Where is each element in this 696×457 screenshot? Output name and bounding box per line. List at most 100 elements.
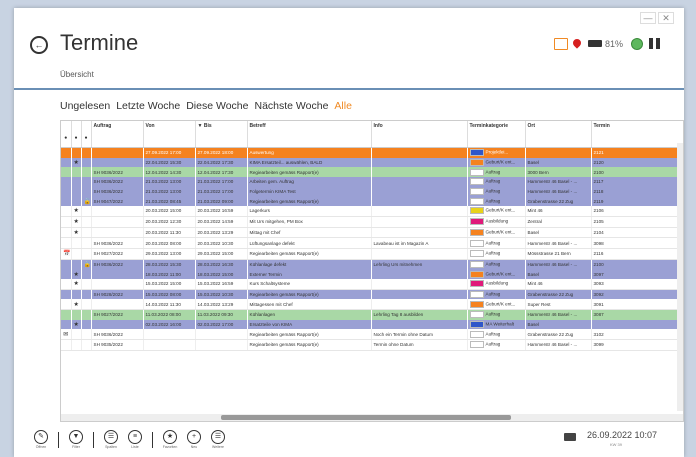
column-header[interactable]: ● <box>71 121 82 148</box>
category-swatch <box>469 341 484 349</box>
list2-button[interactable]: ≡ Liste <box>126 430 144 449</box>
table-cell: 20.03.2022 13:29 <box>195 227 248 239</box>
filter-diese-woche[interactable]: Diese Woche <box>186 100 248 112</box>
table-row[interactable]: SH 9027/2022 11.03.2022 08:00 11.03.2022 0… <box>61 309 683 320</box>
table-row[interactable]: 27.09.2022 17:00 27.09.2022 18:00 Auswertu… <box>61 147 683 158</box>
table-cell: Grabenstrasse 22 Zug <box>525 289 592 300</box>
table-row[interactable]: SH 9036/2022 21.03.2022 13:00 21.03.2022 1… <box>61 177 683 187</box>
menu-button[interactable]: ☰ Weitere <box>209 430 227 449</box>
table-cell <box>61 186 72 197</box>
column-header[interactable]: Terminkategorie <box>467 121 526 148</box>
table-cell: Auftrag <box>467 289 526 300</box>
star-button[interactable]: ★ Favoriten <box>161 430 179 449</box>
table-cell: Mittagessen mit Chef <box>247 299 372 311</box>
table-cell: Basel <box>525 227 592 239</box>
apps-icon[interactable] <box>649 38 660 49</box>
horizontal-scrollbar[interactable] <box>61 414 683 421</box>
table-row[interactable]: ★ 15.03.2022 15:00 15.03.2022 16:59 Kurs Sc… <box>61 278 683 290</box>
filter-nächste-woche[interactable]: Nächste Woche <box>254 100 328 112</box>
category-swatch <box>469 159 484 167</box>
table-cell <box>143 339 196 351</box>
column-header[interactable]: ● <box>81 121 92 148</box>
table-row[interactable]: ★ 20.03.2022 12:30 20.03.2022 14:59 Mit Urs… <box>61 216 683 228</box>
edit-button[interactable]: ✎ Öffnen <box>32 430 50 449</box>
column-header[interactable]: Von <box>143 121 196 148</box>
category-swatch <box>469 330 484 338</box>
filter-letzte-woche[interactable]: Letzte Woche <box>116 100 180 112</box>
keyboard-icon[interactable] <box>564 433 576 441</box>
table-row[interactable]: 📅 SH 9027/2022 29.03.2022 13:00 29.03.2022 … <box>61 248 683 260</box>
table-cell: Kurs Schaltsysteme <box>247 278 372 290</box>
table-cell: SH 9027/2022 <box>91 248 144 260</box>
list-button[interactable]: ☰ Spalten <box>102 430 120 449</box>
table-cell <box>525 147 592 158</box>
filter-alle[interactable]: Alle <box>334 100 352 112</box>
table-cell: Lehrling Tag 8 ausbilden <box>371 309 468 320</box>
wifi-icon[interactable] <box>631 38 643 50</box>
table-cell: SH 9028/2022 <box>91 289 144 300</box>
table-cell: 2104 <box>591 227 683 239</box>
table-cell: 2119 <box>591 196 683 207</box>
table-row[interactable]: ★ 22.04.2022 15:30 22.04.2022 17:30 KIMA Er… <box>61 157 683 168</box>
column-header[interactable]: Termin <box>591 121 683 148</box>
table-row[interactable]: 🔒 SH 9047/2022 21.03.2022 08:45 21.03.2022 … <box>61 196 683 207</box>
table-cell: 14.03.2022 11:30 <box>143 299 196 311</box>
table-cell: Auftrag <box>467 259 526 270</box>
column-header[interactable]: ▼ Bis <box>195 121 248 148</box>
column-header[interactable]: ● <box>61 121 72 148</box>
location-pin-icon[interactable] <box>571 37 583 49</box>
table-row[interactable]: ★ 02.03.2022 16:00 02.03.2022 17:00 Ersatzt… <box>61 319 683 330</box>
category-swatch <box>469 321 484 329</box>
table-row[interactable]: SH 9036/2022 12.04.2022 14:30 12.04.2022 1… <box>61 167 683 178</box>
table-row[interactable]: ★ 14.03.2022 11:30 14.03.2022 13:29 Mittage… <box>61 299 683 311</box>
table-row[interactable]: ✉ SH 9036/2022 Regiearbeiten gemäss Rappor… <box>61 329 683 341</box>
table-row[interactable]: ★ 20.03.2022 11:30 20.03.2022 13:29 Mittag … <box>61 227 683 239</box>
scrollbar-thumb[interactable] <box>221 415 511 420</box>
close-button[interactable]: ✕ <box>658 12 674 24</box>
table-cell <box>81 339 92 351</box>
table-cell: Ausbildung <box>467 216 526 228</box>
table-row[interactable]: SH 9036/2022 21.03.2022 13:00 21.03.2022 1… <box>61 186 683 197</box>
back-icon[interactable]: ← <box>30 36 48 54</box>
table-cell: Lehrling Urs mitnehmen <box>371 259 468 270</box>
toolbar-label: Filter <box>72 445 80 449</box>
table-cell <box>71 289 82 300</box>
table-cell: 12.04.2022 17:30 <box>195 167 248 178</box>
table-row[interactable]: ★ 18.03.2022 11:00 18.03.2022 15:00 Externe… <box>61 269 683 279</box>
table-row[interactable]: SH 9035/2022 Regiearbeiten gemäss Rapport… <box>61 339 683 351</box>
table-cell <box>61 299 72 311</box>
table-row[interactable]: ★ 20.03.2022 15:00 20.03.2022 16:59 Lagerku… <box>61 206 683 217</box>
toolbar-label: Spalten <box>105 445 117 449</box>
table-cell <box>91 299 144 311</box>
table-cell: Regiearbeiten gemäss Rapport(e) <box>247 289 372 300</box>
add-button[interactable]: + Neu <box>185 430 203 449</box>
column-header[interactable]: Ort <box>525 121 592 148</box>
table-cell <box>91 216 144 228</box>
table-cell: 3087 <box>591 309 683 320</box>
category-swatch <box>469 290 484 298</box>
filter-button[interactable]: ▼ Filter <box>67 430 85 449</box>
mail-icon[interactable] <box>554 38 568 50</box>
table-cell <box>371 196 468 207</box>
table-cell: 21.03.2022 17:00 <box>195 177 248 187</box>
table-cell: Geburt/K ent... <box>467 227 526 239</box>
table-cell: Mittag mit Chef <box>247 227 372 239</box>
table-cell: Mint 46 <box>525 206 592 217</box>
table-cell: 18.03.2022 11:00 <box>143 269 196 279</box>
column-header[interactable]: Betreff <box>247 121 372 148</box>
vertical-scrollbar[interactable] <box>677 143 683 411</box>
table-cell: SH 9036/2022 <box>91 259 144 270</box>
filter-ungelesen[interactable]: Ungelesen <box>60 100 110 112</box>
table-row[interactable]: SH 9028/2022 15.03.2022 08:00 15.03.2022 1… <box>61 289 683 300</box>
column-header[interactable]: Info <box>371 121 468 148</box>
toolbar-separator <box>93 431 94 448</box>
table-cell <box>81 147 92 158</box>
minimize-button[interactable]: — <box>640 12 656 24</box>
table-cell: Projektlei... <box>467 147 526 158</box>
table-cell <box>61 289 72 300</box>
table-cell: ★ <box>71 157 82 168</box>
column-header[interactable]: Auftrag <box>91 121 144 148</box>
table-cell: 20.03.2022 11:30 <box>143 227 196 239</box>
table-row[interactable]: SH 9036/2022 20.03.2022 08:00 20.03.2022 1… <box>61 237 683 249</box>
table-row[interactable]: 🔒 SH 9036/2022 28.03.2022 15:30 28.03.2022 … <box>61 259 683 270</box>
